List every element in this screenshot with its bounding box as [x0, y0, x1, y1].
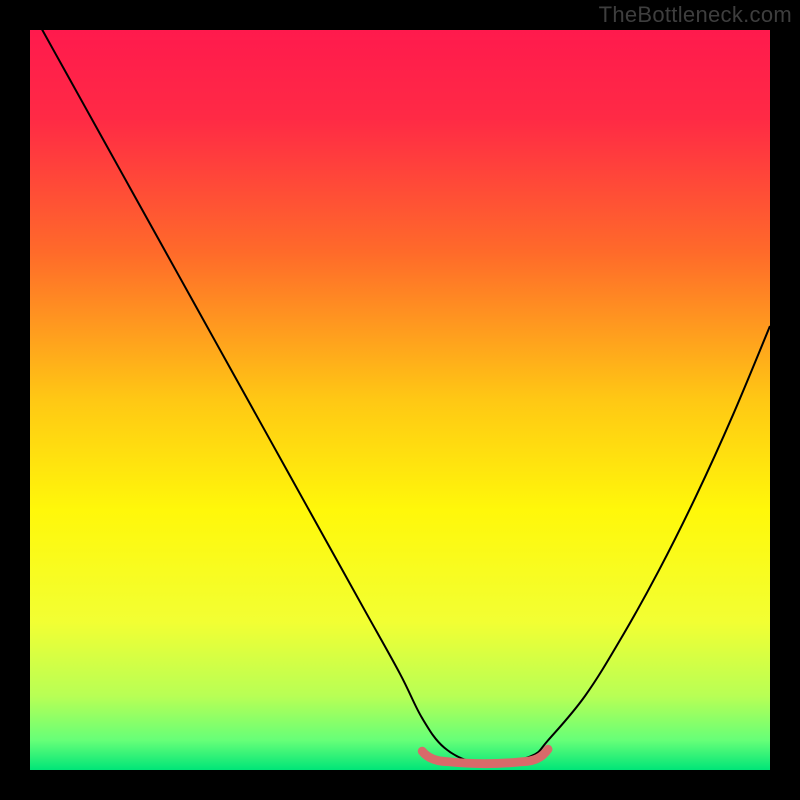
- plot-area: [30, 30, 770, 770]
- chart-frame: TheBottleneck.com: [0, 0, 800, 800]
- watermark-text: TheBottleneck.com: [599, 2, 792, 28]
- gradient-background: [30, 30, 770, 770]
- bottleneck-chart: [30, 30, 770, 770]
